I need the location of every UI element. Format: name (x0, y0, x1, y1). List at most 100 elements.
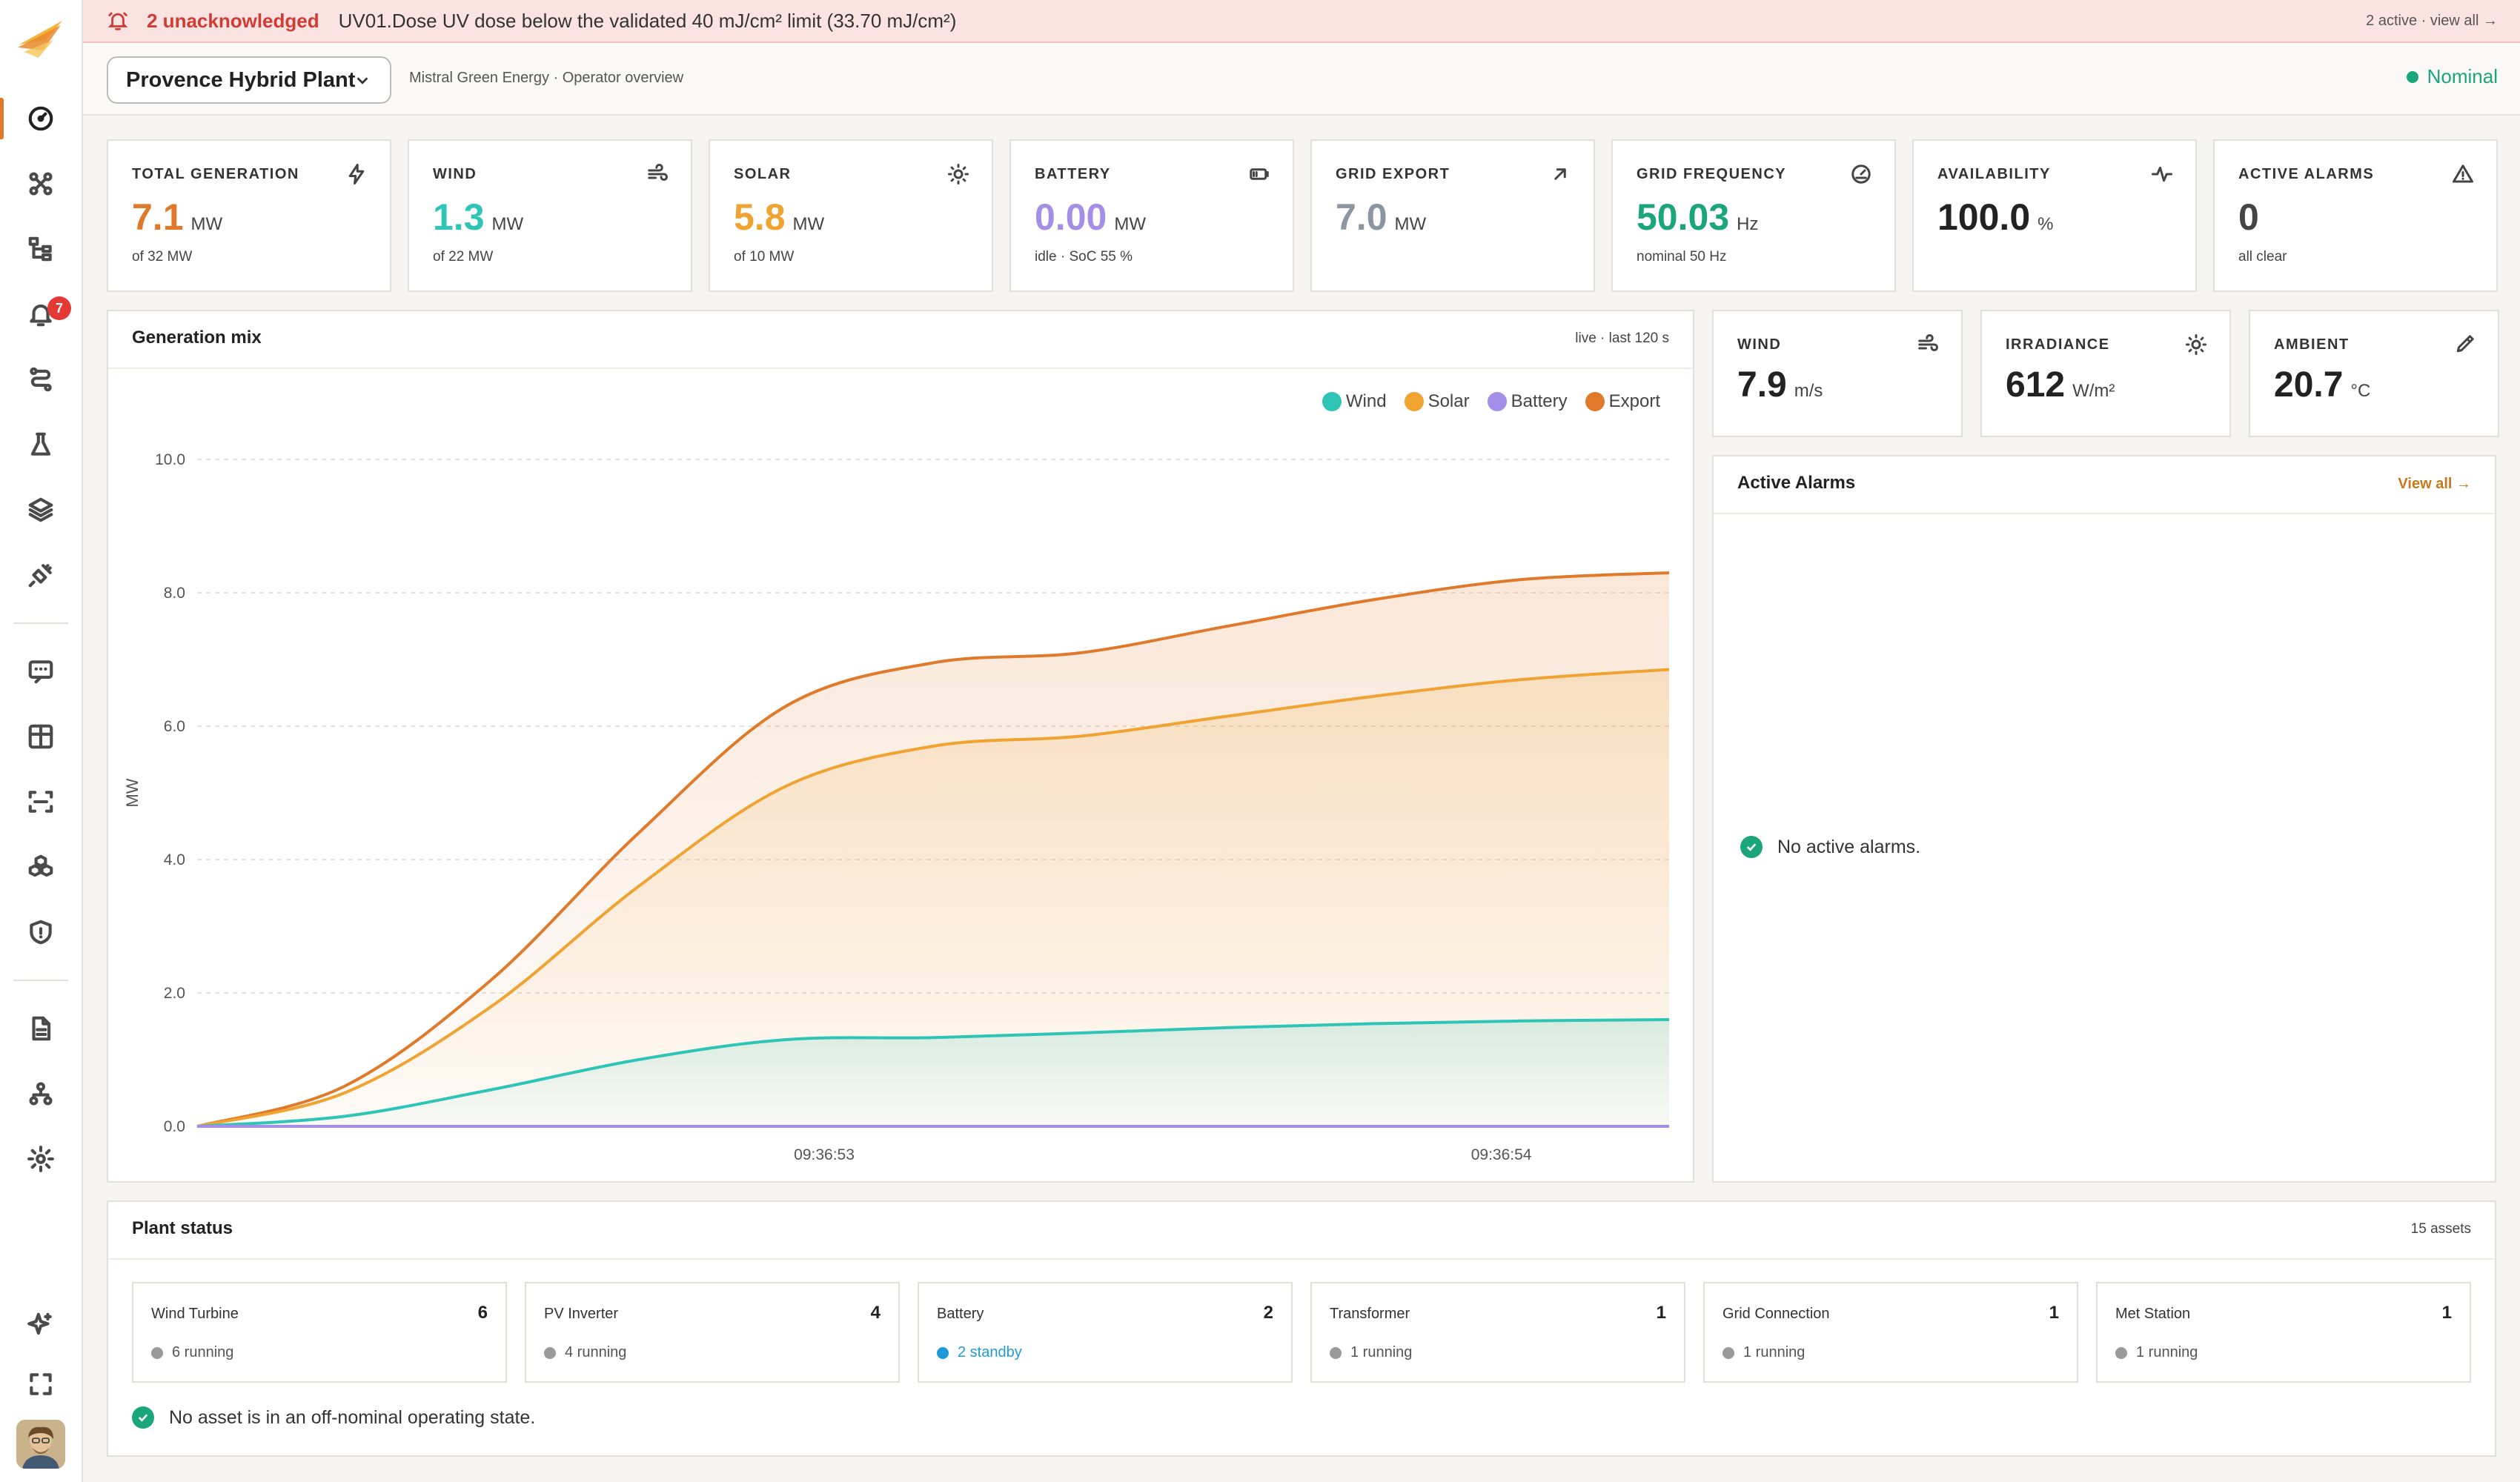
plant-status-summary: No asset is in an off-nominal operating … (132, 1406, 535, 1429)
warning-icon (2453, 165, 2473, 183)
weather-number: 20.7 (2274, 365, 2344, 405)
nav-scan[interactable] (0, 772, 82, 831)
weather-card[interactable]: IRRADIANCE 612 W/m² (1980, 310, 2231, 437)
pulse-icon (2152, 166, 2172, 182)
asset-state-text: 1 running (2136, 1344, 2198, 1360)
nav-assistant[interactable] (0, 1295, 82, 1355)
kpi-title: AVAILABILITY (1937, 166, 2051, 182)
org-icon (29, 1082, 53, 1106)
kpi-subtitle: idle · SoC 55 % (1035, 249, 1133, 265)
kpi-subtitle: all clear (2238, 249, 2287, 265)
asset-count: 15 assets (2410, 1221, 2471, 1237)
asset-card[interactable]: Battery 2 2 standby (918, 1282, 1293, 1383)
kpi-subtitle: nominal 50 Hz (1637, 249, 1727, 265)
kpi-unit: % (2037, 214, 2054, 234)
x-tick-label: 09:36:54 (1471, 1146, 1532, 1163)
gauge-icon (28, 106, 53, 131)
alarm-message: UV01.Dose UV dose below the validated 40… (338, 9, 957, 32)
nav-separator (13, 622, 68, 624)
asset-state: 2 standby (937, 1344, 1022, 1361)
nav-routes[interactable] (0, 350, 82, 409)
nav-messages[interactable] (0, 642, 82, 701)
asset-name: Met Station (2115, 1306, 2191, 1322)
alarm-banner[interactable]: 2 unacknowledged UV01.Dose UV dose below… (83, 0, 2520, 43)
kpi-unit: MW (190, 214, 223, 234)
asset-state: 1 running (2115, 1344, 2198, 1361)
kpi-card[interactable]: GRID EXPORT 7.0 MW (1310, 139, 1595, 292)
y-tick-label: 10.0 (155, 451, 185, 468)
kpi-card[interactable]: AVAILABILITY 100.0% (1912, 139, 2197, 292)
bolt-icon (348, 164, 365, 185)
status-dot (2406, 70, 2418, 83)
kpi-card[interactable]: ACTIVE ALARMS 0 all clear (2213, 139, 2498, 292)
nav-fullscreen[interactable] (0, 1355, 82, 1414)
weather-title: WIND (1737, 336, 1782, 353)
kpi-title: ACTIVE ALARMS (2238, 166, 2375, 182)
nav-organization[interactable] (0, 1064, 82, 1123)
alarm-count-badge: 7 (47, 296, 71, 320)
nav-documents[interactable] (0, 999, 82, 1058)
message-icon (28, 660, 53, 684)
asset-card[interactable]: Grid Connection 1 1 running (1703, 1282, 2078, 1383)
fullscreen-icon (30, 1373, 52, 1395)
user-avatar[interactable] (16, 1420, 65, 1469)
layers-icon (28, 497, 53, 522)
weather-number: 7.9 (1737, 365, 1787, 405)
nav-hierarchy[interactable] (0, 219, 82, 279)
nav-settings[interactable] (0, 1129, 82, 1189)
kpi-card[interactable]: TOTAL GENERATION 7.1 MW of 32 MW (107, 139, 391, 292)
kpi-number: 7.0 (1336, 196, 1387, 238)
generation-mix-panel: Generation mix live · last 120 s Wind Sol… (107, 310, 1694, 1183)
wind-icon (1918, 334, 1938, 351)
kpi-unit: MW (792, 214, 825, 234)
kpi-subtitle: of 32 MW (132, 249, 193, 265)
nav-lab[interactable] (0, 415, 82, 474)
nav-security[interactable] (0, 903, 82, 962)
kpi-subtitle: of 22 MW (433, 249, 494, 265)
gear-icon (27, 1146, 54, 1172)
kpi-card[interactable]: SOLAR 5.8 MW of 10 MW (709, 139, 993, 292)
nav-grid[interactable] (0, 707, 82, 766)
state-dot (2115, 1346, 2127, 1359)
view-all-link[interactable]: View all → (2398, 476, 2471, 493)
asset-card[interactable]: Wind Turbine 6 6 running (132, 1282, 507, 1383)
nav-layers[interactable] (0, 480, 82, 539)
weather-card[interactable]: AMBIENT 20.7 °C (2249, 310, 2499, 437)
y-tick-label: 8.0 (164, 585, 185, 602)
sun-icon (2186, 334, 2206, 355)
nav-overview[interactable] (0, 89, 82, 148)
cubes-icon (28, 854, 53, 877)
view-all-alarms-link[interactable]: 2 active · view all → (2366, 13, 2498, 30)
kpi-number: 7.1 (132, 196, 184, 238)
kpi-unit: MW (491, 214, 524, 234)
plant-status-indicator: Nominal (2406, 65, 2498, 88)
kpi-card[interactable]: GRID FREQUENCY 50.03 Hz nominal 50 Hz (1611, 139, 1896, 292)
kpi-card[interactable]: WIND 1.3 MW of 22 MW (408, 139, 692, 292)
nav-connect[interactable] (0, 545, 82, 605)
kpi-card[interactable]: BATTERY 0.00 MW idle · SoC 55 % (1009, 139, 1294, 292)
nav-topology[interactable] (0, 154, 82, 213)
asset-state-text: 6 running (172, 1344, 234, 1360)
nav-alarms[interactable]: 7 (0, 285, 82, 344)
check-circle-icon (132, 1406, 154, 1429)
asset-name: Transformer (1330, 1306, 1410, 1322)
asset-state-text: 4 running (565, 1344, 627, 1360)
weather-card[interactable]: WIND 7.9 m/s (1712, 310, 1963, 437)
panel-title: Plant status (132, 1218, 233, 1238)
asset-state: 4 running (544, 1344, 626, 1361)
panel-title: Active Alarms (1737, 473, 1856, 493)
state-dot (151, 1346, 163, 1359)
asset-card[interactable]: PV Inverter 4 4 running (525, 1282, 900, 1383)
nav-modules[interactable] (0, 837, 82, 897)
hierarchy-icon (28, 236, 52, 262)
brand-logo[interactable] (16, 18, 65, 59)
route-icon (30, 367, 52, 392)
plant-selector[interactable]: Provence Hybrid Plant (107, 56, 391, 104)
page-header: Provence Hybrid Plant Mistral Green Ener… (83, 43, 2520, 116)
asset-card[interactable]: Transformer 1 1 running (1310, 1282, 1685, 1383)
kpi-value: 1.3 MW (433, 196, 523, 239)
unacknowledged-count: 2 unacknowledged (147, 9, 319, 32)
asset-card[interactable]: Met Station 1 1 running (2096, 1282, 2471, 1383)
asset-state: 6 running (151, 1344, 233, 1361)
kpi-value: 0.00 MW (1035, 196, 1146, 239)
